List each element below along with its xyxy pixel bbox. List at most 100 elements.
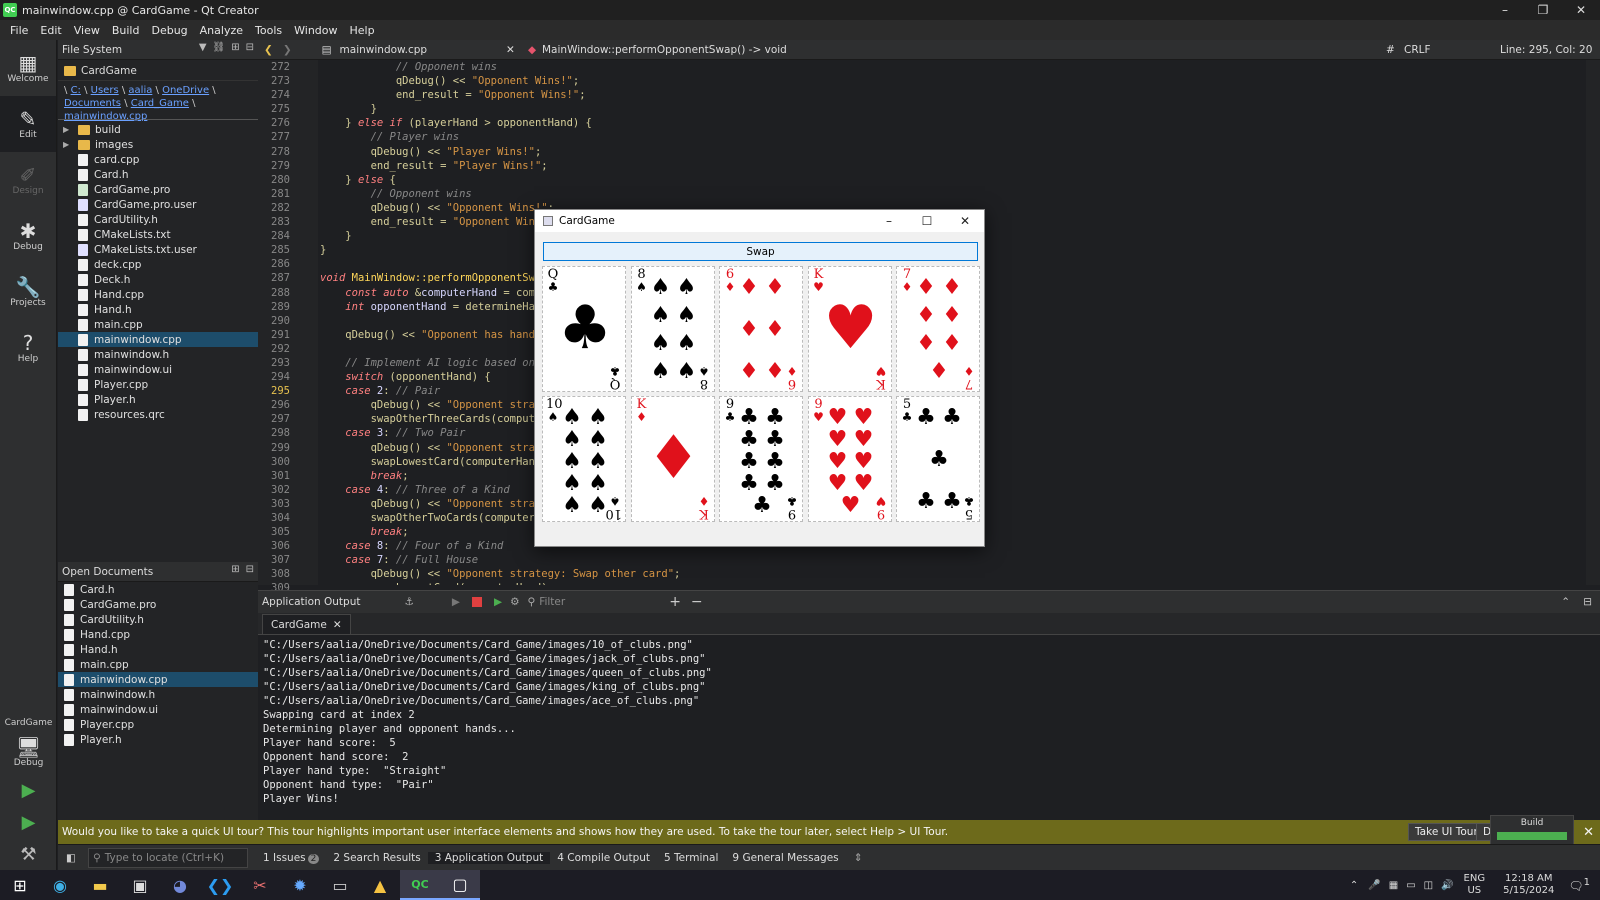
cardgame-taskbar-icon[interactable]: ▢ bbox=[440, 870, 480, 900]
expand-arrow-icon[interactable]: ▶ bbox=[63, 140, 69, 149]
open-document-item[interactable]: Hand.h bbox=[58, 642, 258, 657]
breadcrumb-link[interactable]: aalia bbox=[128, 85, 152, 96]
filter-icon[interactable]: ▼ bbox=[199, 42, 207, 53]
tree-item[interactable]: deck.cpp bbox=[58, 257, 258, 272]
menu-tools[interactable]: Tools bbox=[249, 24, 288, 37]
tree-item[interactable]: Deck.h bbox=[58, 272, 258, 287]
menu-help[interactable]: Help bbox=[344, 24, 381, 37]
close-button[interactable]: ✕ bbox=[1562, 0, 1600, 20]
code-line[interactable]: // Opponent wins bbox=[318, 187, 1586, 201]
maximize-pane-icon[interactable]: ⌃ bbox=[1561, 596, 1570, 608]
link-icon[interactable]: ⛓ bbox=[213, 42, 226, 53]
open-documents-title[interactable]: Open Documents bbox=[62, 566, 153, 578]
kit-selector[interactable]: 🖥 Debug bbox=[0, 730, 57, 774]
rerun-icon[interactable]: ▶ bbox=[494, 596, 502, 608]
mode-debug[interactable]: ✱ Debug bbox=[0, 208, 56, 264]
close-pane-icon[interactable]: ⊟ bbox=[246, 42, 254, 53]
root-combo[interactable]: CardGame bbox=[58, 61, 258, 81]
line-ending[interactable]: CRLF bbox=[1404, 44, 1431, 56]
mode-projects[interactable]: 🔧 Projects bbox=[0, 264, 56, 320]
notifications-icon[interactable]: 🗨1 bbox=[1568, 877, 1590, 893]
swap-button[interactable]: Swap bbox=[543, 242, 978, 261]
output-pane-tab[interactable]: 9 General Messages bbox=[725, 852, 845, 864]
chrome-icon[interactable]: ✹ bbox=[280, 870, 320, 900]
tree-item[interactable]: CardGame.pro bbox=[58, 182, 258, 197]
cardgame-close-button[interactable]: ✕ bbox=[946, 210, 984, 232]
output-pane-tab[interactable]: 5 Terminal bbox=[657, 852, 725, 864]
code-line[interactable]: } bbox=[318, 102, 1586, 116]
vscode-icon[interactable]: ❮❯ bbox=[200, 870, 240, 900]
forward-icon[interactable]: ❯ bbox=[283, 44, 292, 56]
tree-item[interactable]: CardGame.pro.user bbox=[58, 197, 258, 212]
code-line[interactable]: end_result = "Opponent Wins!"; bbox=[318, 88, 1586, 102]
mode-welcome[interactable]: ▦ Welcome bbox=[0, 40, 56, 96]
tree-item[interactable]: ▶ images bbox=[58, 137, 258, 152]
terminal-icon[interactable]: ▭ bbox=[320, 870, 360, 900]
breadcrumb-link[interactable]: C: bbox=[71, 85, 81, 96]
breadcrumb-link[interactable]: Documents bbox=[64, 98, 121, 109]
code-line[interactable]: end_result = "Player Wins!"; bbox=[318, 159, 1586, 173]
menu-debug[interactable]: Debug bbox=[145, 24, 193, 37]
close-pane-icon[interactable]: ⊟ bbox=[246, 564, 254, 575]
close-pane-icon[interactable]: ⊟ bbox=[1583, 596, 1592, 608]
close-document-icon[interactable]: ✕ bbox=[506, 44, 515, 56]
edge-icon[interactable]: ◉ bbox=[40, 870, 80, 900]
output-tab-cardgame[interactable]: CardGame ✕ bbox=[262, 614, 351, 634]
cursor-position[interactable]: Line: 295, Col: 20 bbox=[1500, 44, 1592, 56]
camera-icon[interactable]: ▦ bbox=[1389, 880, 1398, 891]
close-infobar-icon[interactable]: ✕ bbox=[1583, 825, 1594, 840]
open-document-item[interactable]: mainwindow.h bbox=[58, 687, 258, 702]
split-icon[interactable]: ⊞ bbox=[231, 42, 239, 53]
breadcrumb-link[interactable]: OneDrive bbox=[162, 85, 209, 96]
tree-item[interactable]: Hand.cpp bbox=[58, 287, 258, 302]
mode-edit[interactable]: ✎ Edit bbox=[0, 96, 56, 152]
tree-item[interactable]: ▶ build bbox=[58, 122, 258, 137]
output-pane-tab[interactable]: 1 Issues 2 bbox=[256, 852, 326, 864]
volume-icon[interactable]: 🔊 bbox=[1441, 880, 1453, 891]
menu-view[interactable]: View bbox=[68, 24, 106, 37]
qt-creator-taskbar-icon[interactable]: QC bbox=[400, 870, 440, 900]
tree-item[interactable]: card.cpp bbox=[58, 152, 258, 167]
snipping-icon[interactable]: ✂ bbox=[240, 870, 280, 900]
tree-item[interactable]: mainwindow.ui bbox=[58, 362, 258, 377]
open-document-item[interactable]: Player.h bbox=[58, 732, 258, 747]
menu-analyze[interactable]: Analyze bbox=[194, 24, 249, 37]
breadcrumb-link[interactable]: Users bbox=[91, 85, 119, 96]
file-tab[interactable]: mainwindow.cpp bbox=[340, 44, 428, 56]
code-line[interactable]: swapLowestCard(computerHand); bbox=[318, 581, 1586, 585]
open-document-item[interactable]: Player.cpp bbox=[58, 717, 258, 732]
breadcrumb-link[interactable]: Card_Game bbox=[131, 98, 189, 109]
menu-build[interactable]: Build bbox=[106, 24, 146, 37]
tree-item[interactable]: CardUtility.h bbox=[58, 212, 258, 227]
open-document-item[interactable]: main.cpp bbox=[58, 657, 258, 672]
gear-icon[interactable]: ⚙ bbox=[510, 596, 519, 608]
clock[interactable]: 12:18 AM 5/15/2024 bbox=[1503, 873, 1554, 897]
language-indicator[interactable]: ENG US bbox=[1464, 873, 1486, 897]
tree-item[interactable]: main.cpp bbox=[58, 317, 258, 332]
expand-arrow-icon[interactable]: ▶ bbox=[63, 125, 69, 134]
editor-scrollbar[interactable] bbox=[1586, 60, 1600, 585]
output-pane-tab[interactable]: 4 Compile Output bbox=[550, 852, 657, 864]
zoom-in-icon[interactable]: + bbox=[669, 594, 681, 610]
code-line[interactable]: } else { bbox=[318, 173, 1586, 187]
back-icon[interactable]: ❮ bbox=[264, 44, 273, 56]
mode-design[interactable]: ✐ Design bbox=[0, 152, 56, 208]
tree-item[interactable]: resources.qrc bbox=[58, 407, 258, 422]
run-button[interactable]: ▶ bbox=[0, 774, 57, 806]
split-icon[interactable]: ⊞ bbox=[231, 564, 239, 575]
code-line[interactable]: // Opponent wins bbox=[318, 60, 1586, 74]
open-document-item[interactable]: mainwindow.ui bbox=[58, 702, 258, 717]
debug-run-button[interactable]: ▶ bbox=[0, 806, 57, 838]
toggle-sidebar-icon[interactable]: ◧ bbox=[66, 852, 76, 864]
build-button[interactable]: ⚒ bbox=[0, 838, 57, 870]
maximize-button[interactable]: ❐ bbox=[1524, 0, 1562, 20]
function-selector[interactable]: MainWindow::performOpponentSwap() -> voi… bbox=[542, 44, 787, 56]
open-document-item[interactable]: Hand.cpp bbox=[58, 627, 258, 642]
file-explorer-icon[interactable]: ▬ bbox=[80, 870, 120, 900]
tree-item[interactable]: Player.h bbox=[58, 392, 258, 407]
run-icon[interactable]: ▶ bbox=[452, 596, 460, 608]
tree-item[interactable]: CMakeLists.txt bbox=[58, 227, 258, 242]
take-ui-tour-button[interactable]: Take UI Tour bbox=[1408, 823, 1485, 841]
tree-item[interactable]: mainwindow.cpp bbox=[58, 332, 258, 347]
zoom-out-icon[interactable]: − bbox=[691, 594, 703, 610]
